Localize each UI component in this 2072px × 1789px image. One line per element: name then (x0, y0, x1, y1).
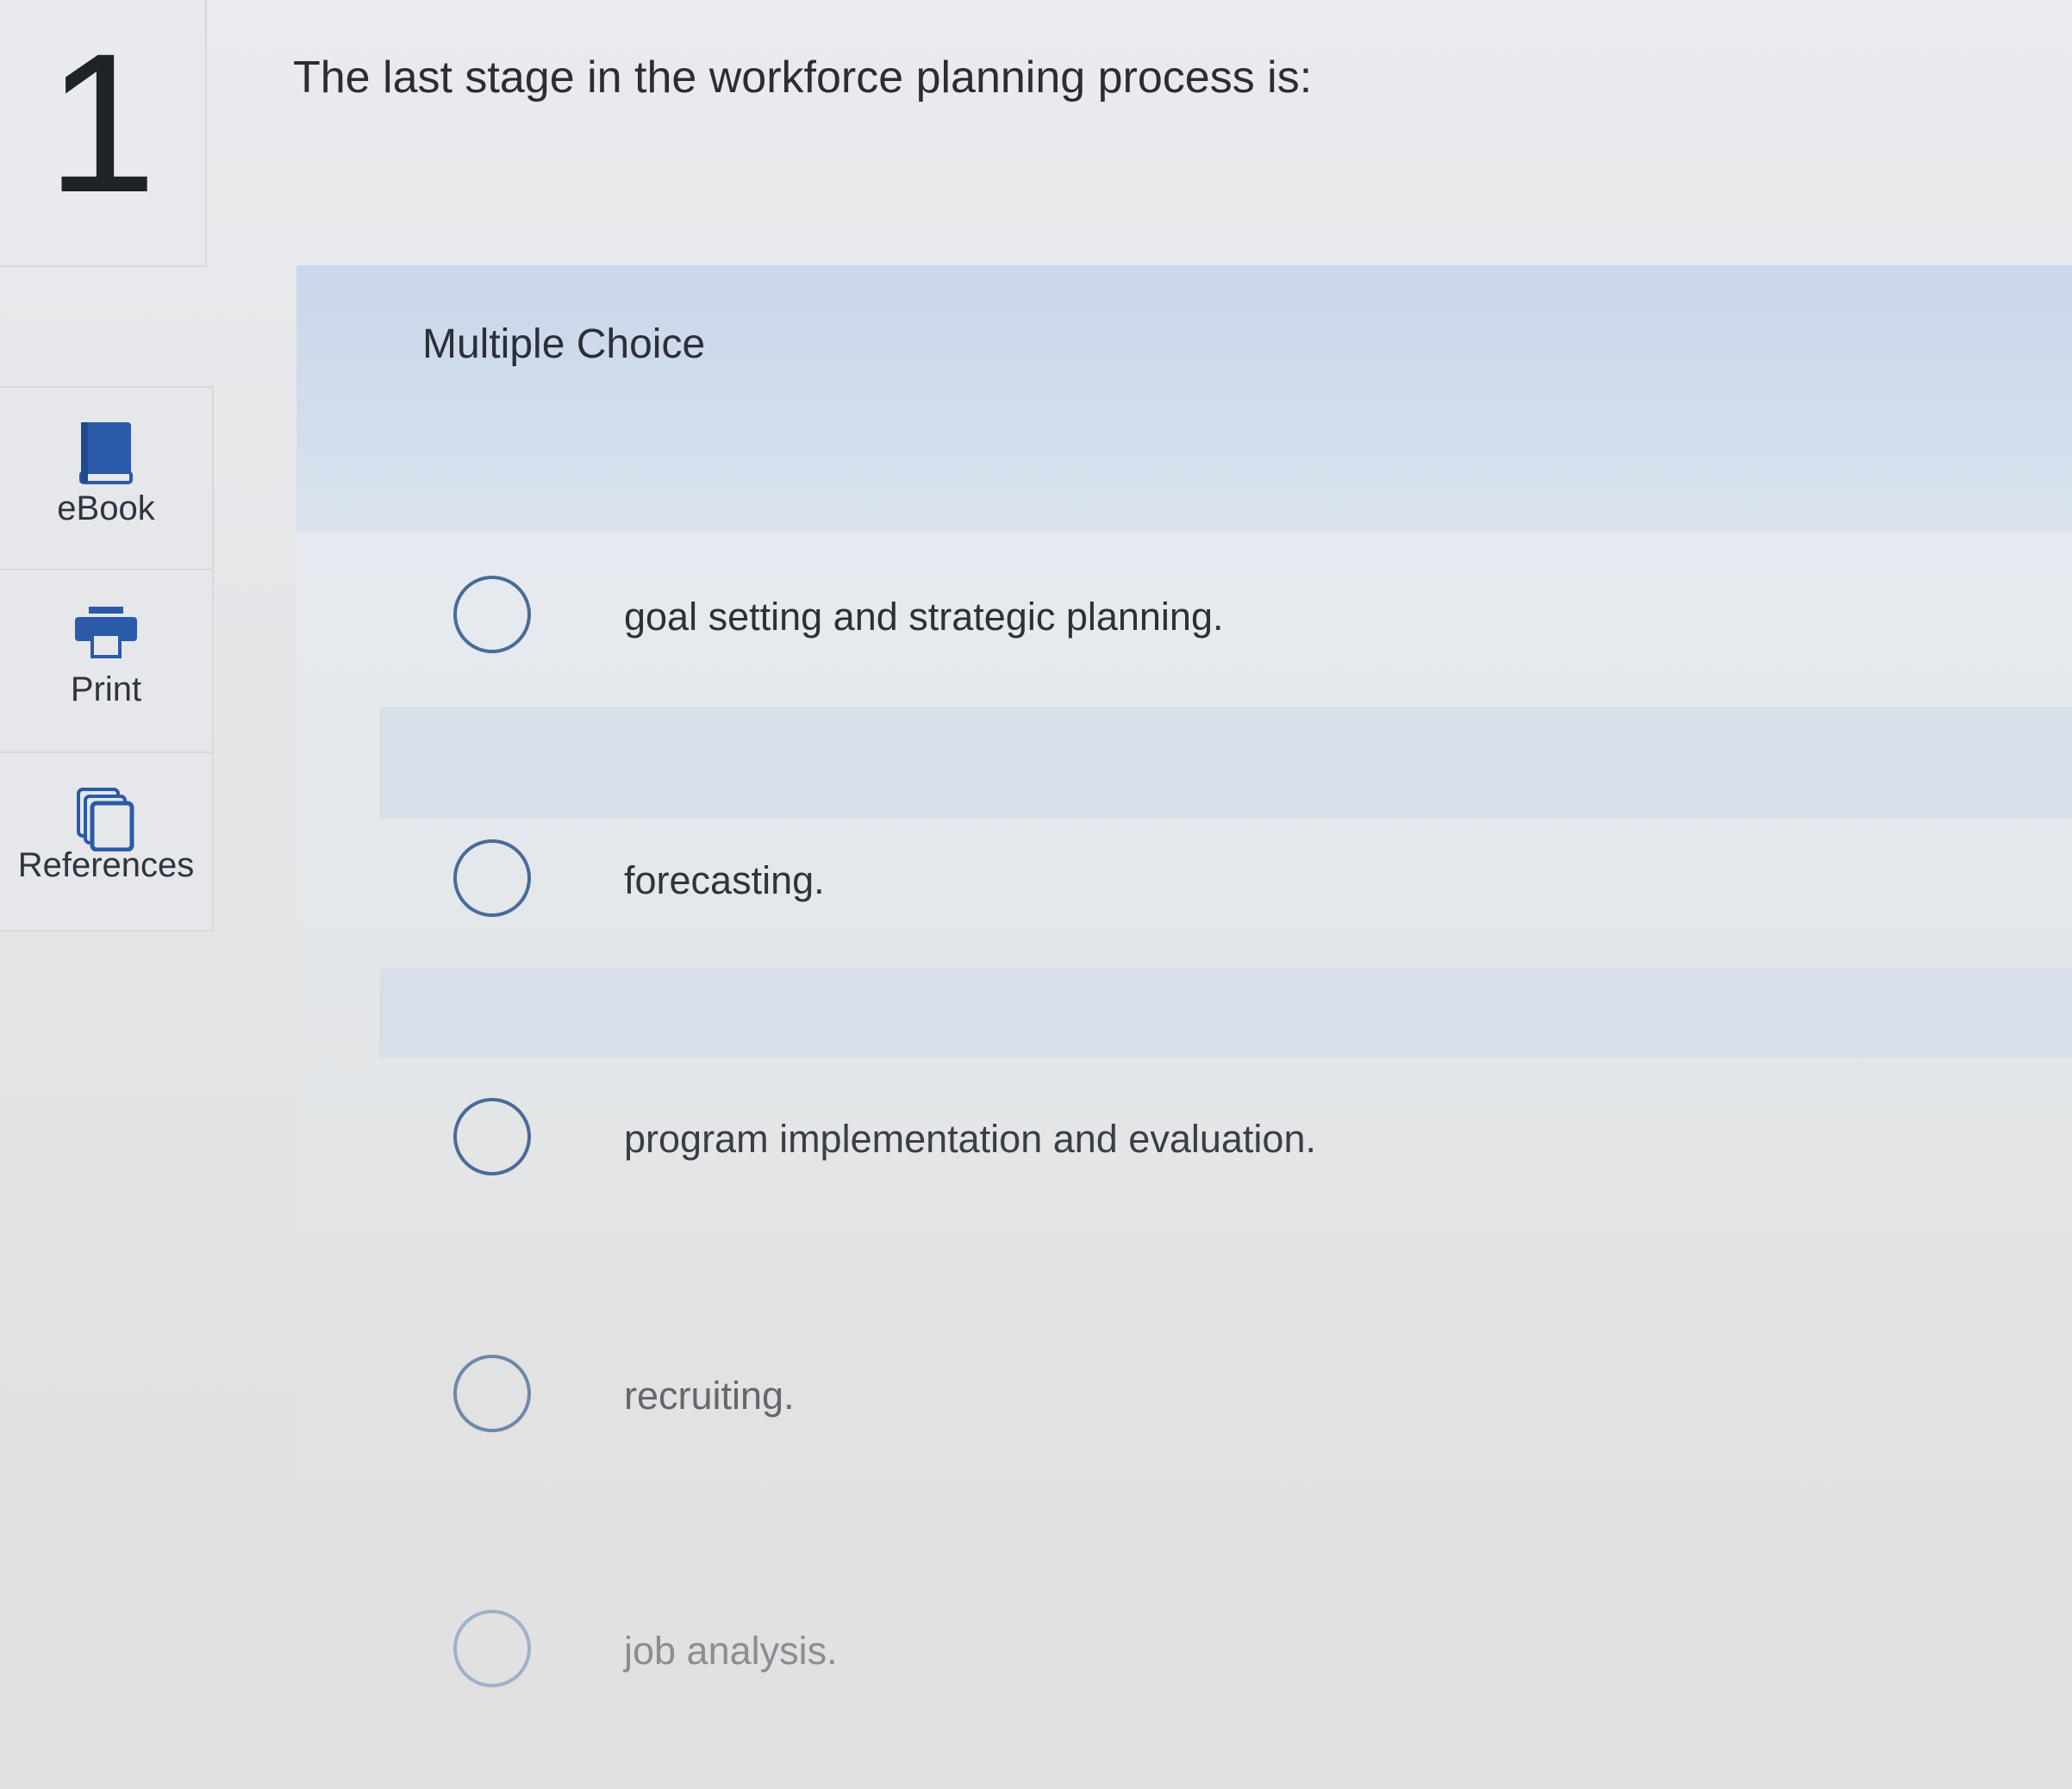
option-text: goal setting and strategic planning. (624, 595, 1224, 639)
answer-option[interactable]: recruiting. (448, 1348, 1655, 1443)
references-button[interactable]: References (0, 751, 214, 932)
option-text: forecasting. (624, 858, 825, 902)
radio-button[interactable] (453, 1610, 531, 1687)
question-text: The last stage in the workforce planning… (293, 53, 1313, 103)
question-number: 1 (47, 12, 157, 234)
references-icon (75, 786, 137, 856)
multiple-choice-label: Multiple Choice (422, 321, 706, 367)
option-divider-band (379, 707, 2072, 819)
radio-button[interactable] (453, 576, 531, 653)
radio-button[interactable] (453, 1355, 531, 1432)
option-text: job analysis. (624, 1629, 838, 1673)
references-label: References (17, 846, 195, 884)
question-number-box: 1 (0, 0, 207, 267)
option-text: program implementation and evaluation. (624, 1117, 1316, 1161)
answer-option[interactable]: forecasting. (448, 832, 1655, 927)
answer-option[interactable]: program implementation and evaluation. (448, 1091, 1655, 1186)
print-button[interactable]: Print (0, 569, 214, 751)
option-divider-band (379, 969, 2072, 1058)
print-label: Print (70, 670, 142, 708)
multiple-choice-header (296, 265, 2072, 533)
answer-option[interactable]: job analysis. (448, 1603, 1655, 1698)
option-text: recruiting. (624, 1374, 795, 1418)
printer-icon (73, 605, 139, 664)
ebook-label: eBook (57, 489, 155, 527)
ebook-button[interactable]: eBook (0, 386, 214, 569)
radio-button[interactable] (453, 839, 531, 917)
answer-option[interactable]: goal setting and strategic planning. (448, 569, 1655, 664)
radio-button[interactable] (453, 1098, 531, 1175)
book-icon (78, 421, 134, 490)
